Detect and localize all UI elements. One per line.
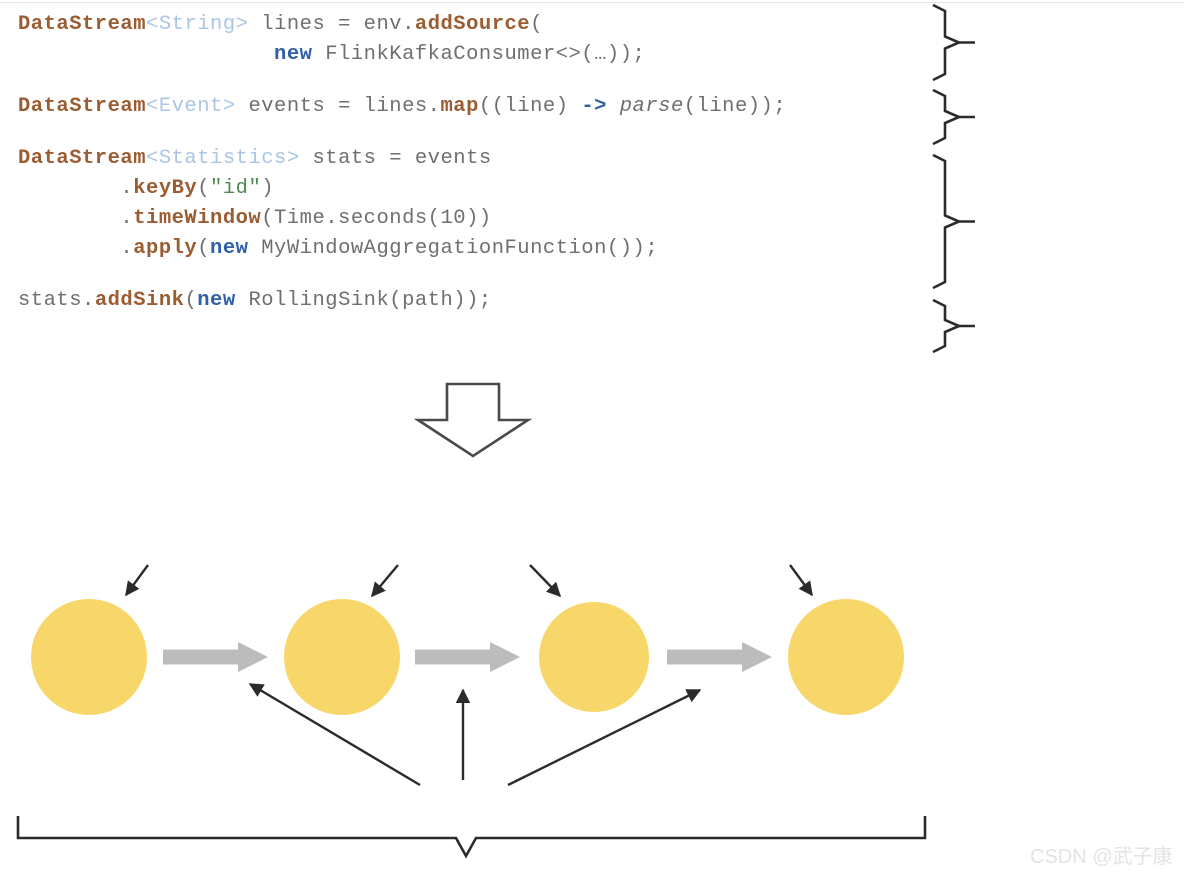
code-token: String xyxy=(158,13,236,36)
code-token: "id" xyxy=(210,177,262,200)
code-token: parse xyxy=(619,95,684,118)
code-token: DataStream xyxy=(18,147,147,170)
flow-arrows xyxy=(163,642,772,672)
code-token: new xyxy=(210,237,249,260)
code-line: .timeWindow(Time.seconds(10)) xyxy=(18,204,938,234)
node-keyby[interactable] xyxy=(539,602,649,712)
code-line: DataStream<Statistics> stats = events xyxy=(18,144,938,174)
code-token: DataStream xyxy=(18,95,147,118)
code-token: < xyxy=(146,13,159,36)
code-token: . xyxy=(18,237,134,260)
code-token: ( xyxy=(197,237,211,260)
pointer-arrows xyxy=(125,564,813,787)
code-token: stats = events xyxy=(312,147,492,170)
code-token: events = lines. xyxy=(248,95,441,118)
node-sink[interactable] xyxy=(788,599,904,715)
code-token: keyBy xyxy=(133,177,198,200)
code-token: (Time.seconds(10)) xyxy=(261,207,492,230)
flow-arrow-1 xyxy=(163,642,268,672)
down-arrow-icon xyxy=(413,382,533,458)
code-token: MyWindowAggregationFunction()); xyxy=(248,237,659,260)
code-token: addSource xyxy=(414,13,531,36)
code-token: map xyxy=(440,95,479,118)
code-token: FlinkKafkaConsumer<>(…)); xyxy=(312,43,646,66)
code-token: -> xyxy=(581,95,607,118)
node-source[interactable] xyxy=(31,599,147,715)
pointer-transformation-2 xyxy=(529,564,562,598)
diagram-page: DataStream<String> lines = env.addSource… xyxy=(0,0,1184,874)
pointer-transformation-1 xyxy=(371,564,399,598)
code-token: lines = env. xyxy=(261,13,415,36)
code-token: stats. xyxy=(18,289,95,312)
top-divider-line xyxy=(0,2,1184,3)
code-token: ((line) xyxy=(478,95,582,118)
code-token: addSink xyxy=(94,289,185,312)
code-braces xyxy=(932,3,975,354)
code-line: .apply(new MyWindowAggregationFunction()… xyxy=(18,234,938,264)
pointer-sink-operator xyxy=(789,564,813,597)
flow-arrow-3 xyxy=(667,642,772,672)
code-token: ) xyxy=(261,177,275,200)
code-token: . xyxy=(18,207,134,230)
code-token: timeWindow xyxy=(133,207,262,230)
code-token: apply xyxy=(133,237,198,260)
node-map[interactable] xyxy=(284,599,400,715)
code-token: ( xyxy=(184,289,198,312)
bottom-brace-path xyxy=(16,816,927,859)
code-snippet: DataStream<String> lines = env.addSource… xyxy=(18,10,938,316)
code-token: > xyxy=(235,13,262,36)
code-line: stats.addSink(new RollingSink(path)); xyxy=(18,286,938,316)
code-line: DataStream<String> lines = env.addSource… xyxy=(18,10,938,40)
code-token: . xyxy=(18,177,134,200)
code-token: DataStream xyxy=(18,13,147,36)
flow-arrow-2 xyxy=(415,642,520,672)
code-token: <Event> xyxy=(146,95,249,118)
code-token: RollingSink(path)); xyxy=(235,289,492,312)
pointer-source-operator xyxy=(125,564,149,597)
down-arrow-path xyxy=(413,382,533,458)
code-token: <Statistics> xyxy=(146,147,313,170)
code-token: (line)); xyxy=(683,95,787,118)
code-token: ( xyxy=(530,13,543,36)
stream-bottom-brace xyxy=(16,816,927,859)
code-line: new FlinkKafkaConsumer<>(…)); xyxy=(18,40,938,70)
code-line: DataStream<Event> events = lines.map((li… xyxy=(18,92,938,122)
code-line: .keyBy("id") xyxy=(18,174,938,204)
code-token: new xyxy=(274,43,313,66)
csdn-watermark: CSDN @武子康 xyxy=(1030,846,1173,868)
code-token: ( xyxy=(197,177,211,200)
code-token: new xyxy=(197,289,236,312)
